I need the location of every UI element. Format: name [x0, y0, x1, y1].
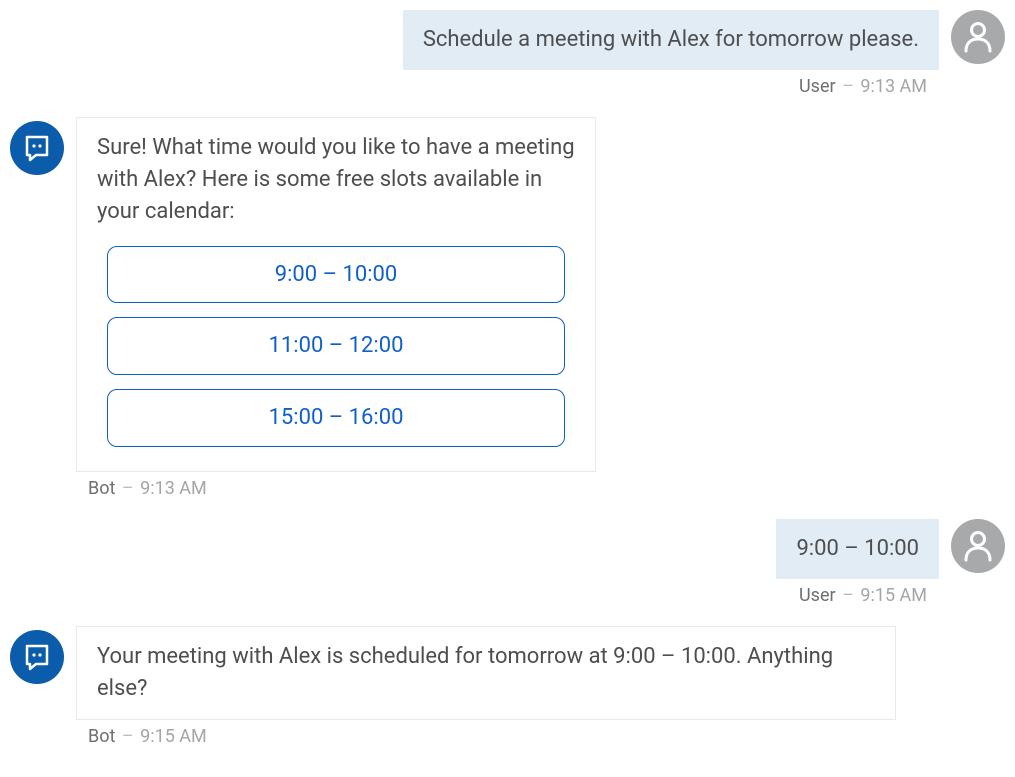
meta-separator: –	[842, 76, 854, 97]
chat-message-user: Schedule a meeting with Alex for tomorro…	[10, 10, 1005, 70]
message-text: Schedule a meeting with Alex for tomorro…	[423, 27, 919, 52]
chat-message-bot: Your meeting with Alex is scheduled for …	[10, 626, 1005, 720]
bot-icon	[22, 642, 52, 672]
meta-separator: –	[842, 585, 854, 606]
message-meta: User – 9:13 AM	[10, 76, 1005, 97]
sender-label: Bot	[88, 478, 115, 499]
option-label: 9:00 – 10:00	[275, 262, 398, 287]
message-bubble: Your meeting with Alex is scheduled for …	[76, 626, 896, 720]
message-bubble: 9:00 – 10:00	[776, 519, 939, 579]
bot-icon	[22, 133, 52, 163]
message-bubble: Sure! What time would you like to have a…	[76, 117, 596, 472]
sender-label: User	[799, 585, 836, 606]
message-meta: Bot – 9:15 AM	[10, 726, 1005, 747]
timestamp: 9:13 AM	[860, 76, 927, 97]
timestamp: 9:15 AM	[140, 726, 207, 747]
message-text: Sure! What time would you like to have a…	[97, 135, 575, 224]
time-slot-option-3[interactable]: 15:00 – 16:00	[107, 389, 565, 447]
sender-label: Bot	[88, 726, 115, 747]
sender-label: User	[799, 76, 836, 97]
time-slot-option-2[interactable]: 11:00 – 12:00	[107, 317, 565, 375]
user-avatar	[951, 10, 1005, 64]
message-bubble: Schedule a meeting with Alex for tomorro…	[403, 10, 939, 70]
time-slot-option-1[interactable]: 9:00 – 10:00	[107, 246, 565, 304]
chat-message-bot: Sure! What time would you like to have a…	[10, 117, 1005, 472]
timestamp: 9:13 AM	[140, 478, 207, 499]
meta-separator: –	[122, 478, 134, 499]
message-meta: Bot – 9:13 AM	[10, 478, 1005, 499]
timestamp: 9:15 AM	[860, 585, 927, 606]
option-label: 15:00 – 16:00	[269, 405, 404, 430]
time-slot-options: 9:00 – 10:00 11:00 – 12:00 15:00 – 16:00	[97, 228, 575, 458]
person-icon	[964, 530, 992, 562]
bot-avatar	[10, 121, 64, 175]
message-text: Your meeting with Alex is scheduled for …	[97, 644, 833, 701]
message-text: 9:00 – 10:00	[796, 536, 919, 561]
chat-message-user: 9:00 – 10:00	[10, 519, 1005, 579]
option-label: 11:00 – 12:00	[269, 333, 404, 358]
user-avatar	[951, 519, 1005, 573]
person-icon	[964, 21, 992, 53]
meta-separator: –	[122, 726, 134, 747]
bot-avatar	[10, 630, 64, 684]
message-meta: User – 9:15 AM	[10, 585, 1005, 606]
